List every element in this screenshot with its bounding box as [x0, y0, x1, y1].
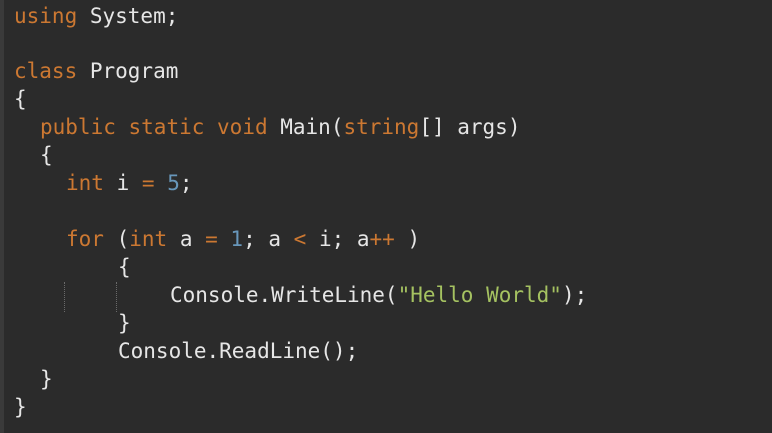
code-line-11: Console.ReadLine();	[118, 337, 358, 365]
code-text: Console.WriteLine(	[170, 283, 398, 307]
brace: }	[14, 395, 27, 419]
code-text: [] args)	[419, 115, 521, 139]
code-text: i	[103, 171, 142, 195]
code-text: Program	[77, 59, 179, 83]
code-line-8: {	[118, 253, 131, 281]
code-text: Console.ReadLine();	[118, 339, 359, 363]
code-line-7: for (int a = 1; a < i; a++ )	[66, 225, 420, 253]
keyword: int	[66, 171, 104, 195]
indent-guide	[64, 282, 65, 312]
brace: }	[118, 311, 131, 335]
brace: {	[118, 255, 131, 279]
operator: ++	[369, 227, 395, 251]
keyword: void	[217, 115, 268, 139]
code-text: ;	[179, 171, 193, 195]
code-line-2: class Program	[14, 57, 178, 85]
code-text: )	[394, 227, 421, 251]
keyword: string	[343, 115, 420, 139]
code-line-10: }	[118, 309, 131, 337]
brace: }	[40, 367, 53, 391]
keyword: for	[66, 227, 104, 251]
brace: {	[40, 143, 53, 167]
brace: {	[14, 87, 27, 111]
keyword: int	[129, 227, 168, 251]
operator: <	[293, 227, 307, 251]
keyword: class	[14, 59, 78, 83]
code-line-4: public static void Main(string[] args)	[40, 113, 520, 141]
code-text: a	[167, 227, 206, 251]
code-text: i; a	[306, 227, 370, 251]
operator: =	[141, 171, 155, 195]
code-editor[interactable]: using System; class Program { public sta…	[0, 0, 772, 433]
keyword: static	[128, 115, 205, 139]
code-line-5: {	[40, 141, 53, 169]
code-text: (	[103, 227, 130, 251]
code-line-12: }	[40, 365, 53, 393]
code-text: );	[561, 283, 588, 307]
code-text: Main(	[267, 115, 344, 139]
code-text: ; a	[243, 227, 294, 251]
code-line-3: {	[14, 85, 27, 113]
keyword: using	[14, 4, 78, 28]
code-line-6: int i = 5;	[66, 169, 193, 197]
code-text: System;	[77, 4, 179, 28]
operator: =	[205, 227, 218, 251]
code-line-13: }	[14, 393, 27, 421]
code-line-1: using System;	[14, 2, 178, 30]
code-line-9: Console.WriteLine("Hello World");	[170, 281, 587, 309]
number-literal: 5	[167, 171, 180, 195]
number-literal: 1	[230, 227, 244, 251]
keyword: public	[40, 115, 116, 139]
string-literal: "Hello World"	[397, 283, 562, 307]
indent-guide	[116, 282, 117, 312]
